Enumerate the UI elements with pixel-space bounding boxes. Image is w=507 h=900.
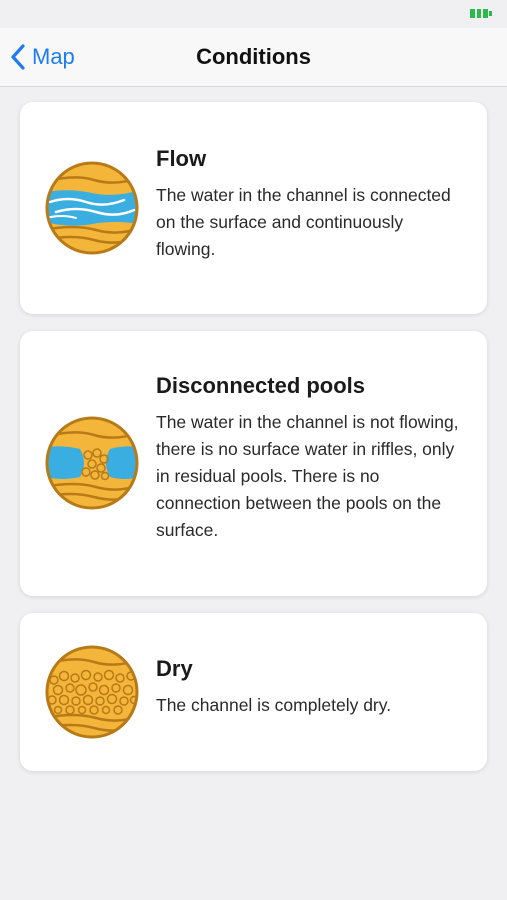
condition-description: The water in the channel is not flowing,… <box>156 412 459 540</box>
condition-title: Flow <box>156 146 207 171</box>
condition-description: The water in the channel is connected on… <box>156 185 451 259</box>
condition-title: Dry <box>156 656 193 681</box>
page-title: Conditions <box>196 44 311 69</box>
disconnected-pools-icon <box>44 415 140 511</box>
condition-description: The channel is completely dry. <box>156 695 392 715</box>
condition-card-disconnected-pools[interactable]: Disconnected pools The water in the chan… <box>20 331 487 596</box>
navigation-bar: Map Conditions <box>0 28 507 87</box>
status-bar <box>0 0 507 28</box>
flow-icon <box>44 160 140 256</box>
battery-icon <box>470 9 492 18</box>
condition-card-flow[interactable]: Flow The water in the channel is connect… <box>20 102 487 314</box>
condition-card-dry[interactable]: Dry The channel is completely dry. <box>20 613 487 771</box>
condition-title: Disconnected pools <box>156 373 366 398</box>
dry-icon <box>44 644 140 740</box>
